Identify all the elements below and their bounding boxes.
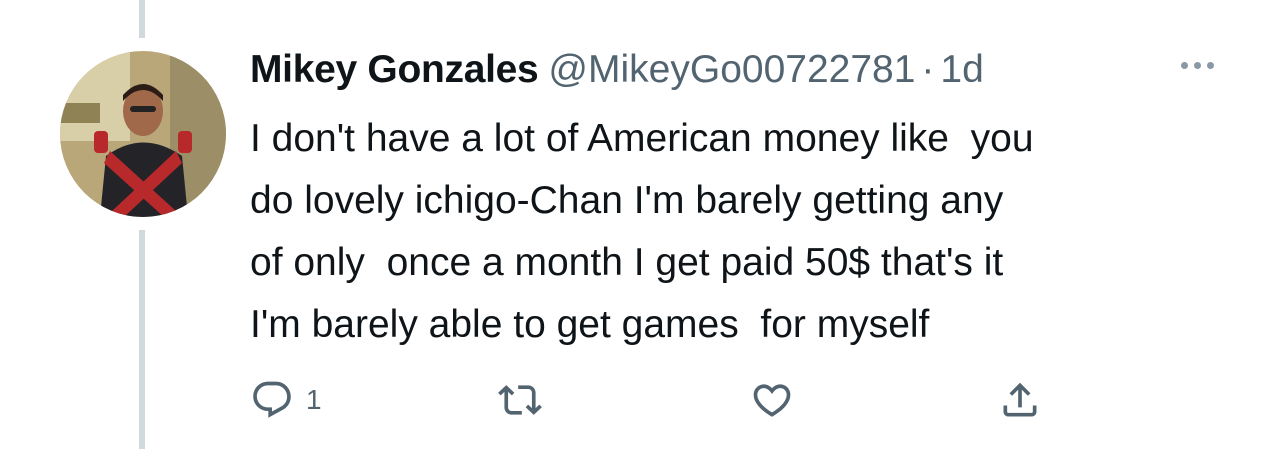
tweet-text-line: of only once a month I get paid 50$ that… [250,241,1004,284]
retweet-icon [498,385,542,415]
retweet-button[interactable] [498,378,542,422]
like-button[interactable] [750,378,794,422]
author-name[interactable]: Mikey Gonzales [250,48,539,92]
author-handle[interactable]: @MikeyGo00722781 [548,48,915,92]
tweet-header: Mikey Gonzales @MikeyGo00722781 · 1d [250,48,1240,104]
tweet-text-line: I'm barely able to get games for myself [250,303,930,346]
thread-line-top [139,0,145,38]
more-options-icon[interactable] [1181,62,1214,69]
avatar[interactable] [60,51,226,217]
reply-icon [253,381,291,418]
heart-icon [753,384,791,417]
separator-dot: · [921,48,935,91]
thread-line-bottom [139,230,145,449]
tweet-text-line: do lovely ichigo-Chan I'm barely getting… [250,179,1004,222]
share-icon [1003,382,1037,417]
tweet-text: I don't have a lot of American money lik… [250,104,1230,356]
timestamp[interactable]: 1d [940,48,983,92]
share-button[interactable] [998,378,1042,422]
avatar-image [60,51,226,217]
tweet-content: Mikey Gonzales @MikeyGo00722781 · 1d I d… [250,48,1240,356]
tweet-text-line: I don't have a lot of American money lik… [250,117,1034,160]
reply-count: 1 [306,384,322,415]
tweet-actions: 1 [250,378,1050,428]
reply-button[interactable]: 1 [250,378,322,422]
